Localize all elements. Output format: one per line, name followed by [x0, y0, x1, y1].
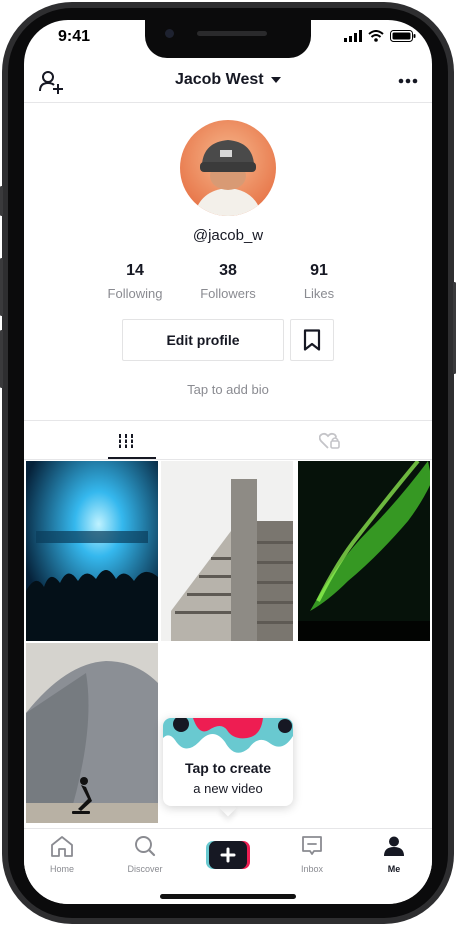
side-button: [0, 258, 3, 316]
tooltip-decoration: [163, 718, 293, 758]
stat-value: 91: [310, 262, 328, 279]
account-switcher[interactable]: Jacob West: [24, 71, 432, 89]
video-thumbnail-skateboarder[interactable]: [26, 643, 158, 823]
tab-videos[interactable]: [24, 422, 228, 460]
nav-inbox[interactable]: Inbox: [282, 835, 342, 874]
bookmark-icon: [303, 329, 321, 351]
speaker: [197, 31, 267, 36]
stat-likes[interactable]: 91 Likes: [274, 262, 364, 301]
bookmark-button[interactable]: [290, 319, 334, 361]
stat-following[interactable]: 14 Following: [90, 262, 180, 301]
header-divider: [24, 102, 432, 103]
home-indicator[interactable]: [160, 894, 296, 899]
status-icons: [344, 30, 416, 42]
side-button: [0, 330, 3, 388]
tooltip-title: Tap to create: [184, 760, 272, 776]
side-button: [0, 186, 3, 216]
inbox-icon: [302, 836, 322, 855]
notch: [145, 20, 311, 58]
stat-label: Likes: [303, 286, 335, 301]
wifi-icon: [368, 30, 384, 42]
liked-hidden-icon: [319, 432, 340, 449]
status-time: 9:41: [58, 28, 91, 45]
screen: 9:41 Jacob West @jacob_w 14 Following 38…: [24, 20, 432, 904]
more-icon[interactable]: [398, 78, 418, 84]
search-icon: [135, 836, 156, 857]
home-icon: [51, 836, 73, 857]
nav-label: Home: [49, 864, 74, 874]
create-tooltip[interactable]: Tap to create a new video: [163, 718, 293, 806]
account-name: Jacob West: [174, 71, 264, 88]
nav-label: Discover: [127, 864, 163, 874]
avatar[interactable]: [180, 120, 276, 216]
person-icon: [384, 836, 404, 856]
tabs-divider-top: [24, 420, 432, 421]
grid-icon: [118, 434, 134, 448]
stat-value: 14: [126, 262, 144, 279]
stat-value: 38: [219, 262, 237, 279]
stat-label: Following: [107, 286, 163, 301]
plus-icon: [206, 841, 250, 869]
nav-me[interactable]: Me: [364, 835, 424, 874]
nav-discover[interactable]: Discover: [115, 835, 175, 874]
caret-down-icon: [271, 76, 282, 83]
bio-placeholder[interactable]: Tap to add bio: [24, 382, 432, 397]
tooltip-subtitle: a new video: [193, 781, 263, 796]
nav-label: Me: [387, 864, 401, 874]
video-thumbnail-aurora[interactable]: [298, 461, 430, 641]
nav-label: Inbox: [300, 864, 324, 874]
username: @jacob_w: [192, 227, 264, 244]
create-button[interactable]: [206, 841, 250, 869]
bottom-navigation: Home Discover Inbox Me: [24, 828, 432, 904]
edit-profile-button[interactable]: Edit profile: [122, 319, 284, 361]
battery-icon: [390, 30, 416, 42]
video-thumbnail-building[interactable]: [161, 461, 293, 641]
camera: [165, 29, 174, 38]
stat-label: Followers: [200, 286, 256, 301]
stat-followers[interactable]: 38 Followers: [183, 262, 273, 301]
profile-header: Jacob West: [24, 64, 432, 102]
video-thumbnail-concert[interactable]: [26, 461, 158, 641]
nav-home[interactable]: Home: [32, 835, 92, 874]
tabs-divider-bottom: [24, 459, 432, 460]
tab-liked[interactable]: [228, 422, 432, 460]
signal-icon: [344, 30, 362, 42]
